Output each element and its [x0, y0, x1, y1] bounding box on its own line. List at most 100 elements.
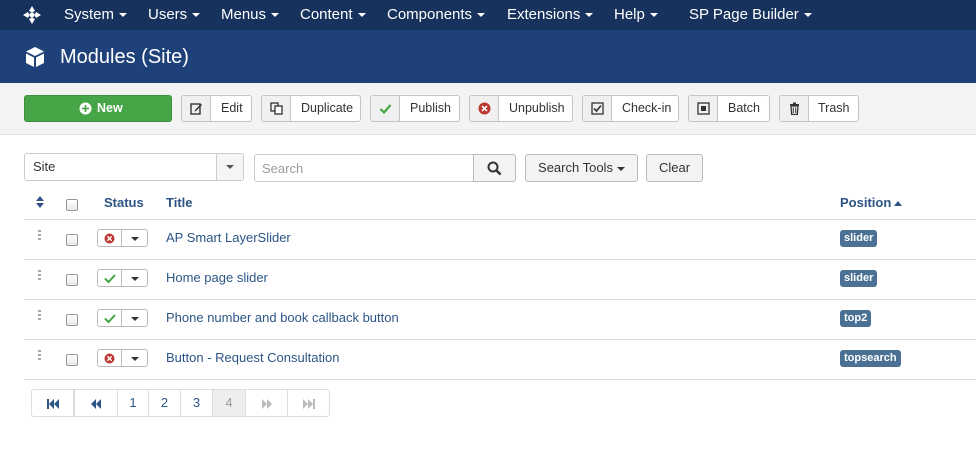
drag-handle-icon[interactable]: [38, 350, 42, 362]
table-row: Home page slider slider: [24, 260, 976, 300]
status-dropdown-toggle[interactable]: [121, 229, 148, 247]
edit-button-label: Edit: [221, 101, 243, 115]
drag-handle-icon[interactable]: [38, 310, 42, 322]
publish-button[interactable]: Publish: [370, 95, 460, 122]
position-column-header[interactable]: Position: [840, 195, 903, 210]
trash-button-label: Trash: [818, 101, 850, 115]
checkin-button[interactable]: Check-in: [582, 95, 679, 122]
drag-handle-icon[interactable]: [38, 230, 42, 242]
first-page-button[interactable]: [31, 389, 74, 417]
clear-label: Clear: [658, 160, 691, 175]
position-badge: slider: [840, 270, 878, 287]
duplicate-button-label: Duplicate: [301, 101, 354, 115]
last-page-button: [287, 389, 330, 417]
status-toggle: [97, 349, 148, 367]
drag-handle-icon[interactable]: [38, 270, 42, 282]
nav-components-menu[interactable]: Components: [387, 0, 486, 30]
caret-down-icon: [271, 13, 280, 18]
first-page-icon: [46, 399, 59, 409]
status-dropdown-toggle[interactable]: [121, 269, 148, 287]
status-dropdown-toggle[interactable]: [121, 349, 148, 367]
row-checkbox[interactable]: [66, 274, 78, 286]
next-page-button: [245, 389, 288, 417]
search-tools-button[interactable]: Search Tools: [525, 154, 638, 182]
last-page-icon: [302, 399, 315, 409]
caret-down-icon: [803, 13, 812, 18]
page-2-link[interactable]: 2: [148, 389, 181, 417]
sort-ordering-icon[interactable]: [36, 196, 44, 208]
row-checkbox[interactable]: [66, 234, 78, 246]
status-button[interactable]: [97, 309, 122, 327]
search-button[interactable]: [473, 154, 516, 182]
nav-extensions-menu[interactable]: Extensions: [507, 0, 594, 30]
client-select[interactable]: Site: [24, 153, 244, 181]
title-column-header[interactable]: Title: [166, 195, 193, 210]
checkmark-icon: [379, 104, 392, 115]
row-checkbox[interactable]: [66, 354, 78, 366]
unpublish-button[interactable]: Unpublish: [469, 95, 573, 122]
publish-button-label: Publish: [410, 101, 451, 115]
caret-down-icon: [192, 13, 201, 18]
search-input[interactable]: [254, 154, 474, 182]
nav-users-menu[interactable]: Users: [148, 0, 201, 30]
plus-circle-icon: [79, 102, 92, 115]
previous-page-icon: [91, 399, 101, 409]
caret-down-icon: [649, 13, 658, 18]
select-all-checkbox[interactable]: [66, 199, 78, 211]
checkbox-icon: [591, 102, 604, 115]
copy-icon: [270, 102, 283, 115]
status-column-header[interactable]: Status: [104, 195, 144, 210]
unpublished-icon: [104, 233, 115, 244]
nav-sp-page-builder-menu[interactable]: SP Page Builder: [689, 0, 812, 30]
row-checkbox[interactable]: [66, 314, 78, 326]
unpublish-button-label: Unpublish: [509, 101, 565, 115]
module-title-link[interactable]: Phone number and book callback button: [166, 310, 399, 325]
module-title-link[interactable]: Home page slider: [166, 270, 268, 285]
module-title-link[interactable]: AP Smart LayerSlider: [166, 230, 291, 245]
nav-menus-menu[interactable]: Menus: [221, 0, 280, 30]
status-button[interactable]: [97, 229, 122, 247]
page-title: Modules (Site): [60, 46, 189, 68]
status-button[interactable]: [97, 269, 122, 287]
remove-circle-icon: [478, 102, 491, 115]
caret-down-icon: [616, 166, 625, 171]
caret-down-icon: [585, 13, 594, 18]
checkin-button-label: Check-in: [622, 101, 672, 115]
status-toggle: [97, 229, 148, 247]
trash-button[interactable]: Trash: [779, 95, 859, 122]
top-navbar: System Users Menus Content Components Ex…: [0, 0, 976, 30]
nav-content-menu[interactable]: Content: [300, 0, 366, 30]
previous-page-button[interactable]: [74, 389, 118, 417]
page-3-link[interactable]: 3: [180, 389, 213, 417]
status-button[interactable]: [97, 349, 122, 367]
duplicate-button[interactable]: Duplicate: [261, 95, 361, 122]
nav-system-menu[interactable]: System: [64, 0, 128, 30]
unpublished-icon: [104, 353, 115, 364]
table-header: Status Title Position: [24, 188, 976, 220]
joomla-logo-icon[interactable]: [22, 5, 42, 25]
select-arrow-icon[interactable]: [216, 154, 243, 180]
position-header-label: Position: [840, 195, 892, 210]
published-icon: [104, 274, 116, 284]
sort-ascending-icon: [894, 201, 903, 207]
new-button[interactable]: New: [24, 95, 172, 122]
status-dropdown-toggle[interactable]: [121, 309, 148, 327]
table-row: AP Smart LayerSlider slider: [24, 220, 976, 260]
batch-icon: [697, 102, 710, 115]
position-badge: topsearch: [840, 350, 901, 367]
page-1-link[interactable]: 1: [117, 389, 149, 417]
search-tools-label: Search Tools: [538, 160, 613, 175]
new-button-label: New: [97, 101, 123, 115]
module-title-link[interactable]: Button - Request Consultation: [166, 350, 339, 365]
clear-button[interactable]: Clear: [646, 154, 703, 182]
caret-down-icon: [357, 13, 366, 18]
published-icon: [104, 314, 116, 324]
trash-icon: [790, 102, 799, 115]
client-select-value: Site: [33, 159, 56, 174]
page-header: Modules (Site): [0, 30, 976, 83]
nav-help-menu[interactable]: Help: [614, 0, 658, 30]
position-badge: slider: [840, 230, 878, 247]
edit-button[interactable]: Edit: [181, 95, 252, 122]
next-page-icon: [261, 399, 272, 409]
batch-button[interactable]: Batch: [688, 95, 770, 122]
